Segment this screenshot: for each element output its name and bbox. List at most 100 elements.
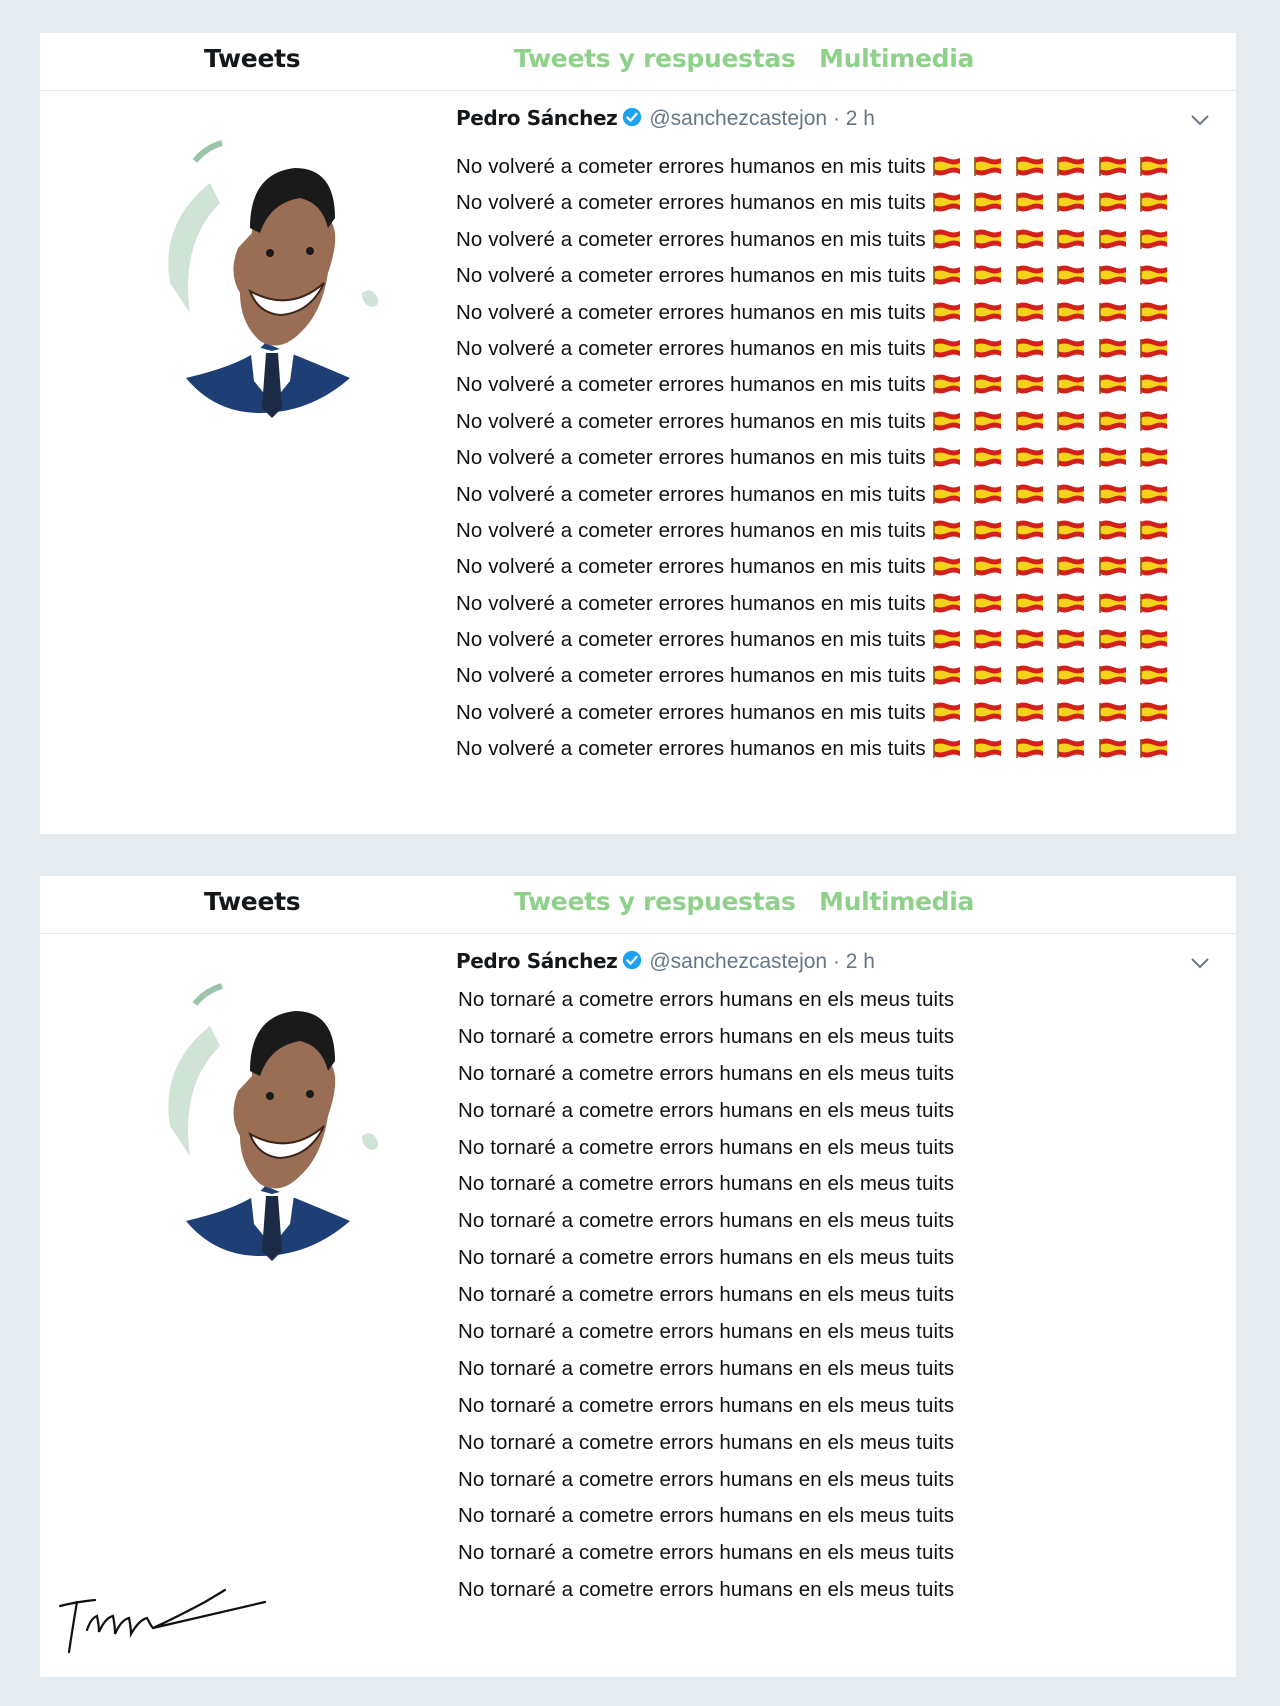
tweet-line-text: No volveré a cometer errores humanos en … [456,227,926,251]
spain-flag-emoji-icon [932,483,962,505]
tweet-line: No tornaré a cometre errors humans en el… [458,1166,1238,1203]
tweet-line: No volveré a cometer errores humanos en … [456,658,1236,694]
spain-flag-emoji-icon [1015,337,1045,359]
spain-flag-emoji-icon [973,410,1003,432]
avatar[interactable] [100,113,420,433]
chevron-down-icon[interactable] [1190,956,1210,970]
spain-flag-emoji-icon [1056,519,1086,541]
tweet-line: No tornaré a cometre errors humans en el… [458,1019,1238,1056]
tab-media[interactable]: Multimedia [819,44,974,73]
spain-flag-emoji-icon [1056,373,1086,395]
tab-tweets-and-replies[interactable]: Tweets y respuestas [514,44,796,73]
spain-flag-emoji-icon [973,264,1003,286]
tweet-line-text: No volveré a cometer errores humanos en … [456,737,926,761]
spain-flag-emoji-icon [1056,337,1086,359]
spain-flag-emoji-icon [932,410,962,432]
spain-flag-emoji-icon [1139,337,1169,359]
flag-emojis [932,371,1181,407]
tab-tweets[interactable]: Tweets [204,887,301,916]
spain-flag-emoji-icon [1015,628,1045,650]
tweet-line-text: No volveré a cometer errores humanos en … [456,336,926,360]
tweet-line-text: No tornaré a cometre errors humans en el… [458,1320,955,1344]
tweet-line-text: No volveré a cometer errores humanos en … [456,555,926,579]
tweet-line: No volveré a cometer errores humanos en … [456,258,1236,294]
spain-flag-emoji-icon [1139,264,1169,286]
tweet-line: No tornaré a cometre errors humans en el… [458,1351,1238,1388]
spain-flag-emoji-icon [1139,155,1169,177]
spain-flag-emoji-icon [1056,701,1086,723]
spain-flag-emoji-icon [1015,373,1045,395]
spain-flag-emoji-icon [1015,191,1045,213]
author-name[interactable]: Pedro Sánchez [456,949,618,973]
author-name[interactable]: Pedro Sánchez [456,106,618,130]
spain-flag-emoji-icon [932,701,962,723]
spain-flag-emoji-icon [932,155,962,177]
tweet-line-text: No tornaré a cometre errors humans en el… [458,1098,955,1122]
tweet-line: No tornaré a cometre errors humans en el… [458,1203,1238,1240]
author-handle[interactable]: @sanchezcastejon [649,950,827,973]
tweet-line-text: No tornaré a cometre errors humans en el… [458,1578,955,1602]
spain-flag-emoji-icon [1139,373,1169,395]
tweet-line: No volveré a cometer errores humanos en … [456,367,1236,403]
tweet-line-text: No tornaré a cometre errors humans en el… [458,1541,955,1565]
tweet-line-text: No volveré a cometer errores humanos en … [456,700,926,724]
tweet-line-text: No tornaré a cometre errors humans en el… [458,988,955,1011]
tweet-line: No tornaré a cometre errors humans en el… [458,1314,1238,1351]
tab-media[interactable]: Multimedia [819,887,974,916]
spain-flag-emoji-icon [1015,301,1045,323]
flag-emojis [932,662,1181,698]
tab-tweets-and-replies[interactable]: Tweets y respuestas [514,887,796,916]
spain-flag-emoji-icon [1015,446,1045,468]
spain-flag-emoji-icon [1056,592,1086,614]
tweet-time[interactable]: 2 h [846,107,875,130]
spain-flag-emoji-icon [1015,155,1045,177]
spain-flag-emoji-icon [973,555,1003,577]
tweet-header: Pedro Sánchez @sanchezcastejon · 2 h [456,949,1216,979]
author-handle[interactable]: @sanchezcastejon [649,107,827,130]
tweet-line: No volveré a cometer errores humanos en … [456,513,1236,549]
spain-flag-emoji-icon [1139,628,1169,650]
tab-tweets[interactable]: Tweets [204,44,301,73]
tweet-line-text: No tornaré a cometre errors humans en el… [458,1430,955,1454]
spain-flag-emoji-icon [1098,555,1128,577]
tweet-line-text: No tornaré a cometre errors humans en el… [458,1135,955,1159]
flag-emojis [932,626,1181,662]
spain-flag-emoji-icon [1098,519,1128,541]
spain-flag-emoji-icon [1015,737,1045,759]
tweet-time[interactable]: 2 h [846,950,875,973]
spain-flag-emoji-icon [1056,410,1086,432]
tweet-line: No tornaré a cometre errors humans en el… [458,1388,1238,1425]
spain-flag-emoji-icon [1098,373,1128,395]
tweet-header: Pedro Sánchez @sanchezcastejon · 2 h [456,106,1216,136]
verified-icon [621,949,643,971]
chevron-down-icon[interactable] [1190,113,1210,127]
tweet-line-text: No volveré a cometer errores humanos en … [456,591,926,615]
spain-flag-emoji-icon [1056,483,1086,505]
spain-flag-emoji-icon [1139,519,1169,541]
profile-tabs: Tweets Tweets y respuestas Multimedia [40,876,1236,934]
flag-emojis [932,262,1181,298]
spain-flag-emoji-icon [973,337,1003,359]
spain-flag-emoji-icon [973,301,1003,323]
tweet-line-text: No volveré a cometer errores humanos en … [456,191,926,215]
tweet-line-text: No volveré a cometer errores humanos en … [456,373,926,397]
tweet-line-text: No tornaré a cometre errors humans en el… [458,1283,955,1307]
spain-flag-emoji-icon [1015,664,1045,686]
tweet-line: No volveré a cometer errores humanos en … [456,695,1236,731]
spain-flag-emoji-icon [1098,483,1128,505]
spain-flag-emoji-icon [1015,701,1045,723]
avatar[interactable] [100,956,420,1276]
spain-flag-emoji-icon [973,592,1003,614]
spain-flag-emoji-icon [1098,191,1128,213]
tweet-line-text: No volveré a cometer errores humanos en … [456,518,926,542]
spain-flag-emoji-icon [1056,737,1086,759]
tweet-line-text: No tornaré a cometre errors humans en el… [458,1356,955,1380]
spain-flag-emoji-icon [1139,228,1169,250]
tweet-line: No volveré a cometer errores humanos en … [456,295,1236,331]
tweet-line: No tornaré a cometre errors humans en el… [458,1240,1238,1277]
spain-flag-emoji-icon [1056,664,1086,686]
spain-flag-emoji-icon [973,155,1003,177]
flag-emojis [932,299,1181,335]
tweet-line: No tornaré a cometre errors humans en el… [458,1056,1238,1093]
spain-flag-emoji-icon [1098,228,1128,250]
